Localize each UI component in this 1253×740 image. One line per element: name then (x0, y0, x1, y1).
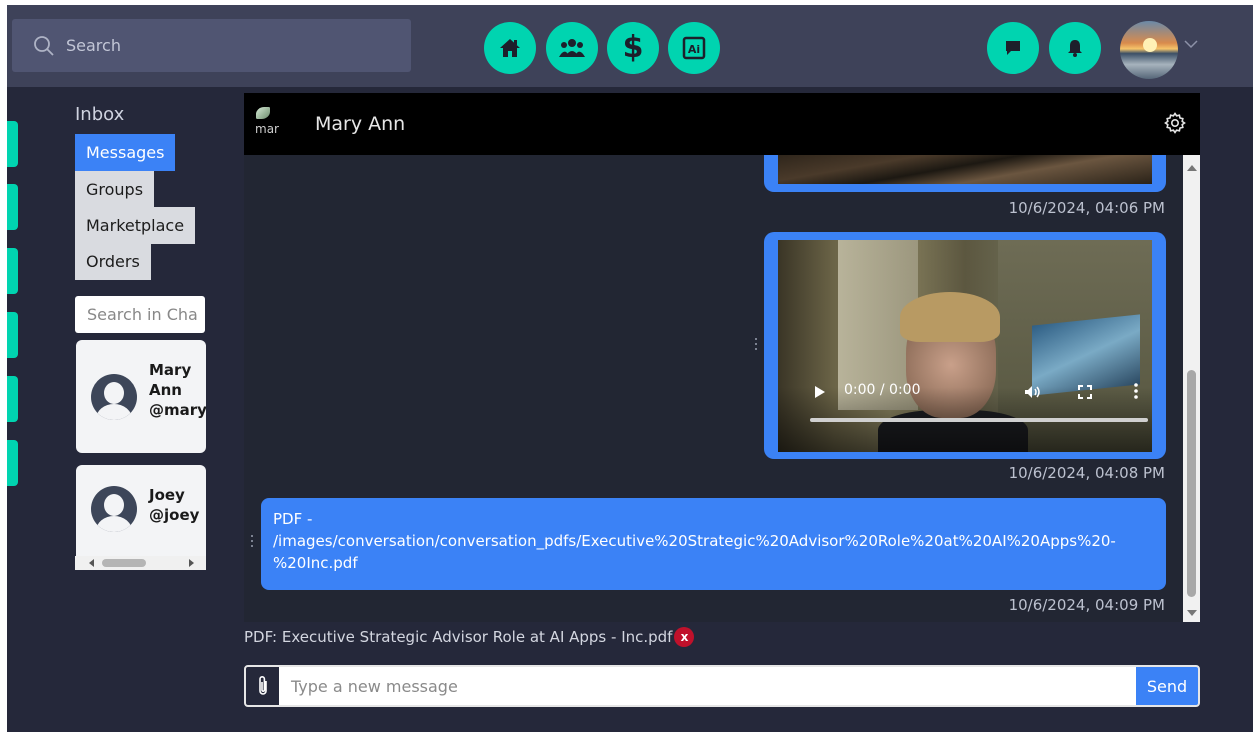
volume-icon[interactable] (1024, 385, 1042, 399)
side-tab[interactable] (7, 440, 18, 486)
scrollbar-thumb[interactable] (1187, 370, 1196, 597)
chat-avatar: mar (254, 105, 290, 141)
video-message[interactable]: 0:00 / 0:00 (764, 232, 1166, 459)
scrollbar-thumb[interactable] (102, 559, 146, 567)
friends-button[interactable] (546, 22, 598, 74)
dollar-icon: $ (622, 30, 644, 65)
contact-list-scrollbar[interactable] (75, 556, 206, 570)
remove-attachment-button[interactable]: x (674, 627, 695, 647)
play-icon[interactable] (815, 386, 825, 398)
chat-avatar-alt: mar (255, 122, 279, 136)
bell-icon (1068, 40, 1082, 57)
default-avatar-icon (91, 486, 137, 532)
side-tab[interactable] (7, 312, 18, 358)
folder-groups[interactable]: Groups (75, 171, 155, 208)
fullscreen-icon[interactable] (1078, 385, 1092, 399)
pdf-message-line: %20Inc.pdf (273, 554, 358, 572)
contact-name-line: Mary (149, 361, 192, 379)
message-list-scrollbar[interactable] (1183, 155, 1200, 622)
video-time: 0:00 / 0:00 (844, 382, 921, 398)
contact-name-line: Joey (149, 486, 185, 504)
search-placeholder: Search (66, 36, 121, 55)
chat-icon (1006, 41, 1020, 55)
side-tab[interactable] (7, 121, 18, 167)
more-options-icon[interactable] (1134, 383, 1138, 399)
side-tab[interactable] (7, 184, 18, 230)
default-avatar-icon (91, 374, 137, 420)
inbox-title: Inbox (75, 104, 125, 125)
image-message[interactable] (764, 155, 1166, 192)
folder-marketplace[interactable]: Marketplace (75, 207, 196, 244)
paperclip-icon (258, 676, 267, 695)
window-frame-left (0, 0, 7, 740)
scroll-left-arrow-icon[interactable] (89, 559, 94, 567)
pending-attachment: PDF: Executive Strategic Advisor Role at… (244, 627, 695, 647)
pdf-message-line: /images/conversation/conversation_pdfs/E… (273, 532, 1116, 550)
message-timestamp: 10/6/2024, 04:06 PM (1008, 199, 1165, 217)
friends-icon (559, 39, 585, 57)
contact-card-joey[interactable]: Joey @joey (76, 465, 206, 565)
ai-button[interactable]: Ai (668, 22, 720, 74)
chat-header: mar Mary Ann (244, 93, 1200, 155)
pdf-message-line: PDF - (273, 510, 313, 528)
message-image (778, 155, 1152, 184)
messages-button[interactable] (987, 22, 1039, 74)
message-list: 10/6/2024, 04:06 PM 0:00 / 0:00 10/6/202… (244, 155, 1183, 622)
gear-icon[interactable] (1163, 111, 1187, 135)
home-icon (500, 39, 520, 57)
search-icon (34, 35, 54, 56)
contact-name-line: Ann (149, 381, 182, 399)
ai-icon: Ai (682, 36, 706, 60)
message-options-icon[interactable] (755, 338, 758, 351)
chat-search-input[interactable]: Search in Cha (75, 296, 205, 333)
folder-messages[interactable]: Messages (75, 134, 176, 171)
message-timestamp: 10/6/2024, 04:09 PM (1008, 596, 1165, 614)
scroll-right-arrow-icon[interactable] (189, 559, 194, 567)
message-input[interactable]: Type a new message (291, 677, 458, 696)
side-tab[interactable] (7, 376, 18, 422)
user-avatar[interactable] (1120, 21, 1178, 79)
window-frame-bottom (0, 732, 1253, 740)
ai-glyph: Ai (688, 43, 700, 56)
global-search-input[interactable]: Search (12, 19, 411, 72)
contact-handle: @mary (149, 401, 206, 419)
message-timestamp: 10/6/2024, 04:08 PM (1008, 464, 1165, 482)
chat-title: Mary Ann (315, 113, 406, 135)
contact-handle: @joey (149, 506, 200, 524)
contact-list: Mary Ann @mary Joey @joey (75, 338, 206, 570)
top-navigation-bar: Search $ Ai (7, 5, 1253, 87)
contact-card-mary-ann[interactable]: Mary Ann @mary (76, 340, 206, 453)
video-player[interactable]: 0:00 / 0:00 (778, 240, 1152, 452)
side-tab[interactable] (7, 248, 18, 294)
folder-orders[interactable]: Orders (75, 243, 151, 280)
pdf-message[interactable]: PDF - /images/conversation/conversation_… (261, 498, 1166, 590)
home-button[interactable] (484, 22, 536, 74)
video-progress-bar[interactable] (810, 418, 1148, 422)
message-composer: Type a new message Send (244, 665, 1200, 707)
notifications-button[interactable] (1049, 22, 1101, 74)
message-options-icon[interactable] (251, 535, 254, 548)
payments-button[interactable]: $ (607, 22, 659, 74)
send-button[interactable]: Send (1136, 667, 1198, 705)
scroll-down-arrow-icon[interactable] (1187, 610, 1197, 616)
attachment-name: PDF: Executive Strategic Advisor Role at… (244, 628, 673, 646)
scroll-up-arrow-icon[interactable] (1187, 165, 1197, 171)
chevron-down-icon[interactable] (1183, 39, 1199, 49)
attach-button[interactable] (246, 667, 279, 705)
